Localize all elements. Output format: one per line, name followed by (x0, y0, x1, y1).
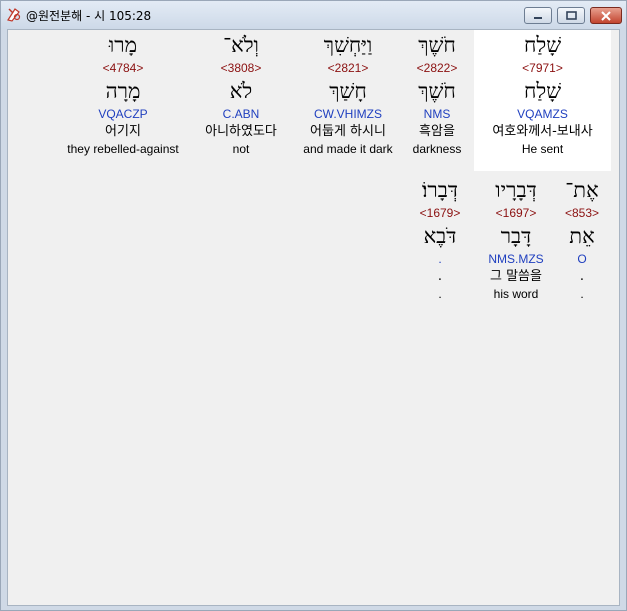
title-bar[interactable]: @원전분해 - 시 105:28 (1, 1, 626, 29)
word-column[interactable]: דְּבָרוֹ׃ <1679> דֹּבֶא . . . (390, 175, 490, 302)
app-icon (6, 6, 22, 22)
window-title: @원전분해 - 시 105:28 (26, 9, 152, 23)
morphology-code: VQACZP (98, 107, 148, 121)
strong-number: <3808> (220, 61, 262, 75)
minimize-icon (534, 16, 542, 19)
app-window: @원전분해 - 시 105:28 שָׁלַח <7971> שָׁלַח VQ… (0, 0, 627, 611)
hebrew-word: דְּבָרוֹ׃ (422, 178, 458, 202)
lemma-word: מָרָה (105, 79, 141, 103)
close-icon (601, 10, 611, 21)
morphology-code: C.ABN (222, 107, 260, 121)
word-column[interactable]: מָרוּ <4784> מָרָה VQACZP 어기지 they rebel… (58, 30, 188, 157)
morphology-code: . (438, 252, 442, 266)
lemma-word: לֹא (229, 79, 253, 103)
english-gloss: . (438, 287, 442, 301)
korean-gloss: 어기지 (105, 124, 141, 139)
close-button[interactable] (590, 7, 622, 24)
english-gloss: they rebelled-against (67, 142, 179, 156)
minimize-button[interactable] (524, 7, 552, 24)
strong-number: <1679> (419, 206, 461, 220)
maximize-button[interactable] (557, 7, 585, 24)
korean-gloss: . (437, 269, 443, 284)
strong-number: <4784> (102, 61, 144, 75)
english-gloss: not (232, 142, 250, 156)
lemma-word: דֹּבֶא (423, 224, 457, 248)
word-column[interactable]: וְלֹא־ <3808> לֹא C.ABN 아니하였도다 not (176, 30, 306, 157)
interlinear-view[interactable]: שָׁלַח <7971> שָׁלַח VQAMZS 여호와께서-보내사 He… (7, 29, 620, 606)
korean-gloss: 아니하였도다 (205, 124, 277, 139)
hebrew-word: וְלֹא־ (223, 33, 259, 57)
maximize-icon (565, 11, 577, 20)
hebrew-word: מָרוּ (108, 33, 138, 57)
